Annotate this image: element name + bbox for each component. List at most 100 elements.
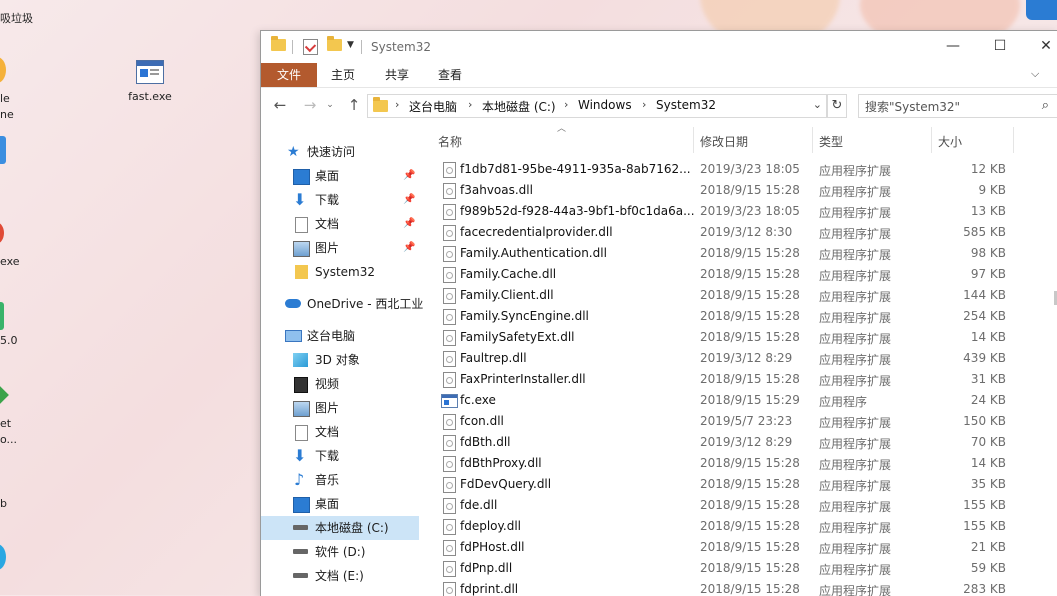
breadcrumb-windows[interactable]: Windows <box>578 98 632 112</box>
nav-drive-e[interactable]: 文档 (E:) <box>261 564 419 588</box>
breadcrumb-separator: › <box>642 98 647 111</box>
file-row[interactable]: f1db7d81-95be-4911-935a-8ab7162... 2019/3… <box>427 159 1047 180</box>
nav-quick-documents[interactable]: 文档 📌 <box>261 212 419 236</box>
column-separator[interactable] <box>812 127 813 153</box>
exe-icon <box>136 60 164 84</box>
nav-desktop[interactable]: 桌面 <box>261 492 419 516</box>
document-icon <box>295 217 308 233</box>
file-row[interactable]: FdDevQuery.dll 2018/9/15 15:28 应用程序扩展 35 KB <box>427 474 1047 495</box>
file-row[interactable]: FamilySafetyExt.dll 2018/9/15 15:28 应用程序扩展… <box>427 327 1047 348</box>
nav-label: 快速访问 <box>307 145 356 159</box>
breadcrumb-system32[interactable]: System32 <box>656 98 716 112</box>
file-type: 应用程序扩展 <box>819 437 892 451</box>
file-row[interactable]: f3ahvoas.dll 2018/9/15 15:28 应用程序扩展 9 KB <box>427 180 1047 201</box>
file-row[interactable]: Family.SyncEngine.dll 2018/9/15 15:28 应用程序… <box>427 306 1047 327</box>
cloud-sync-icon[interactable] <box>1026 0 1057 20</box>
column-separator[interactable] <box>693 127 694 153</box>
pin-icon[interactable]: 📌 <box>403 188 415 212</box>
breadcrumb-separator: › <box>395 98 400 111</box>
file-row[interactable]: FaxPrinterInstaller.dll 2018/9/15 15:28 应用… <box>427 369 1047 390</box>
ribbon-expand-icon[interactable]: ⌵ <box>1031 67 1039 81</box>
dll-file-icon <box>443 204 456 220</box>
blue-app-icon[interactable] <box>0 544 6 570</box>
column-header-name[interactable]: 名称 <box>438 119 693 155</box>
nav-quick-system32[interactable]: System32 <box>261 260 419 284</box>
nav-3d-objects[interactable]: 3D 对象 <box>261 348 419 372</box>
file-name: f1db7d81-95be-4911-935a-8ab7162... <box>460 162 691 176</box>
nav-downloads[interactable]: ⬇ 下载 <box>261 444 419 468</box>
breadcrumb-drive-c[interactable]: 本地磁盘 (C:) <box>482 98 556 115</box>
desktop-icon-fast-exe[interactable]: fast.exe <box>124 58 176 108</box>
green-app-icon[interactable] <box>0 302 4 330</box>
column-header-type[interactable]: 类型 <box>819 119 929 155</box>
nav-quick-pictures[interactable]: 图片 📌 <box>261 236 419 260</box>
file-row[interactable]: fde.dll 2018/9/15 15:28 应用程序扩展 155 KB <box>427 495 1047 516</box>
file-row[interactable]: f989b52d-f928-44a3-9bf1-bf0c1da6a... 2019… <box>427 201 1047 222</box>
tab-share[interactable]: 共享 <box>379 63 415 87</box>
properties-icon[interactable] <box>303 39 318 55</box>
nav-documents[interactable]: 文档 <box>261 420 419 444</box>
file-row[interactable]: Family.Authentication.dll 2018/9/15 15:28… <box>427 243 1047 264</box>
video-icon <box>294 377 308 393</box>
file-row[interactable]: Faultrep.dll 2019/3/12 8:29 应用程序扩展 439 KB <box>427 348 1047 369</box>
recent-locations-icon[interactable]: ⌄ <box>321 96 339 114</box>
document-icon <box>295 425 308 441</box>
column-header-date[interactable]: 修改日期 <box>700 119 810 155</box>
file-row[interactable]: fc.exe 2018/9/15 15:29 应用程序 24 KB <box>427 390 1047 411</box>
maximize-button[interactable]: ☐ <box>990 37 1010 55</box>
chevron-down-icon[interactable]: ▼ <box>347 40 354 50</box>
file-size: 59 KB <box>970 561 1006 575</box>
nav-drive-d[interactable]: 软件 (D:) <box>261 540 419 564</box>
red-app-icon[interactable] <box>0 222 4 244</box>
column-header-size[interactable]: 大小 <box>938 119 1008 155</box>
refresh-button[interactable]: ↻ <box>827 94 847 118</box>
file-size: 24 KB <box>970 393 1006 407</box>
file-name: Faultrep.dll <box>460 351 527 365</box>
column-separator[interactable] <box>931 127 932 153</box>
address-field[interactable]: › 这台电脑 › 本地磁盘 (C:) › Windows › System32 … <box>367 94 827 118</box>
nav-drive-c[interactable]: 本地磁盘 (C:) <box>261 516 419 540</box>
dll-file-icon <box>443 456 456 472</box>
nav-pictures[interactable]: 图片 <box>261 396 419 420</box>
column-separator[interactable] <box>1013 127 1014 153</box>
file-row[interactable]: facecredentialprovider.dll 2019/3/12 8:30… <box>427 222 1047 243</box>
file-row[interactable]: Family.Client.dll 2018/9/15 15:28 应用程序扩展 14… <box>427 285 1047 306</box>
forward-button[interactable]: → <box>301 96 319 114</box>
cloud-app-icon[interactable] <box>0 136 6 164</box>
file-type: 应用程序扩展 <box>819 227 892 241</box>
diamond-app-icon[interactable] <box>0 385 9 405</box>
browser-app-icon[interactable] <box>0 57 6 83</box>
tab-home[interactable]: 主页 <box>325 63 361 87</box>
file-row[interactable]: fdBthProxy.dll 2018/9/15 15:28 应用程序扩展 14 KB <box>427 453 1047 474</box>
nav-music[interactable]: ♪ 音乐 <box>261 468 419 492</box>
nav-videos[interactable]: 视频 <box>261 372 419 396</box>
pin-icon[interactable]: 📌 <box>403 164 415 188</box>
tab-view[interactable]: 查看 <box>432 63 468 87</box>
nav-quick-desktop[interactable]: 桌面 📌 <box>261 164 419 188</box>
new-folder-icon[interactable] <box>327 36 342 55</box>
file-date: 2019/3/23 18:05 <box>700 162 800 176</box>
file-type: 应用程序扩展 <box>819 206 892 220</box>
minimize-button[interactable]: — <box>943 37 963 55</box>
file-row[interactable]: fcon.dll 2019/5/7 23:23 应用程序扩展 150 KB <box>427 411 1047 432</box>
file-row[interactable]: fdBth.dll 2019/3/12 8:29 应用程序扩展 70 KB <box>427 432 1047 453</box>
close-button[interactable]: ✕ <box>1036 37 1056 55</box>
search-input[interactable]: 搜索"System32" ⌕ <box>858 94 1057 118</box>
nav-onedrive[interactable]: OneDrive - 西北工业 <box>261 292 423 316</box>
pin-icon[interactable]: 📌 <box>403 236 415 260</box>
pin-icon[interactable]: 📌 <box>403 212 415 236</box>
file-row[interactable]: fdprint.dll 2018/9/15 15:28 应用程序扩展 283 KB <box>427 579 1047 596</box>
tab-file[interactable]: 文件 <box>261 63 317 87</box>
nav-this-pc[interactable]: 这台电脑 <box>261 324 419 348</box>
file-row[interactable]: fdPHost.dll 2018/9/15 15:28 应用程序扩展 21 KB <box>427 537 1047 558</box>
nav-quick-downloads[interactable]: ⬇ 下载 📌 <box>261 188 419 212</box>
breadcrumb-separator: › <box>468 98 473 111</box>
breadcrumb-this-pc[interactable]: 这台电脑 <box>409 98 457 115</box>
file-row[interactable]: fdeploy.dll 2018/9/15 15:28 应用程序扩展 155 KB <box>427 516 1047 537</box>
file-row[interactable]: fdPnp.dll 2018/9/15 15:28 应用程序扩展 59 KB <box>427 558 1047 579</box>
back-button[interactable]: ← <box>271 96 289 114</box>
chevron-down-icon[interactable]: ⌄ <box>813 98 822 111</box>
up-button[interactable]: ↑ <box>345 96 363 114</box>
nav-quick-access[interactable]: ★ 快速访问 <box>261 140 419 164</box>
file-row[interactable]: Family.Cache.dll 2018/9/15 15:28 应用程序扩展 97 … <box>427 264 1047 285</box>
